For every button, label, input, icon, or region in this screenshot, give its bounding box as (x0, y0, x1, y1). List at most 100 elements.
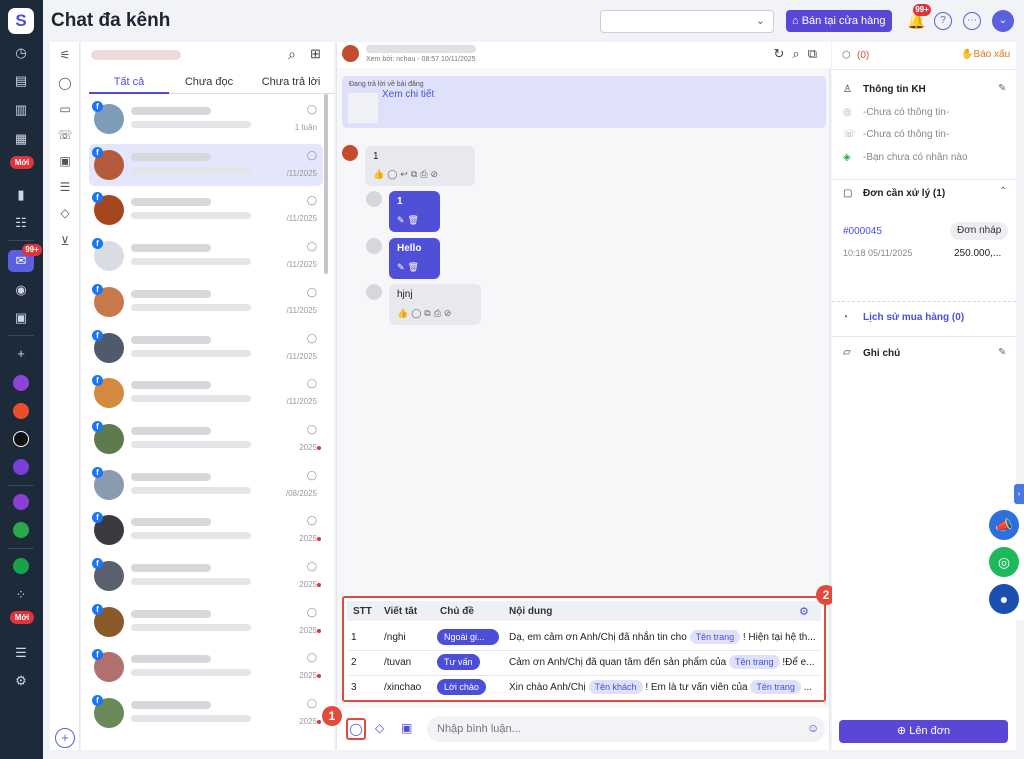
message-icon[interactable]: ◯ (55, 76, 75, 94)
conversation-row[interactable]: f ◯ 2025 (89, 646, 323, 688)
bot-icon[interactable]: ● (989, 584, 1019, 614)
conversation-row[interactable]: f ◯/11/2025 (89, 189, 323, 231)
open-external-icon[interactable]: ⧉ (808, 46, 825, 61)
message-preview (131, 121, 251, 128)
tiktok-icon[interactable] (13, 431, 29, 447)
message-actions[interactable]: 👍◯↩⧉⎙⊘ (373, 169, 441, 180)
phone-icon[interactable]: ☏ (55, 128, 75, 146)
order-id[interactable]: #000045 (843, 226, 882, 237)
orders-icon[interactable]: ▤ (8, 70, 34, 92)
image-icon[interactable]: ▣ (401, 721, 412, 735)
unread-dot (317, 537, 321, 542)
chevron-up-icon[interactable]: ⌃ (999, 186, 1007, 197)
document-icon[interactable]: ▥ (8, 99, 34, 121)
message-edit-actions[interactable]: ✎🗑 (397, 215, 422, 226)
quick-reply-icon[interactable]: ◯ (346, 718, 366, 740)
lazada-icon[interactable] (13, 459, 29, 475)
tab-unanswered[interactable]: Chưa trả lời (251, 76, 331, 88)
invoice-icon[interactable]: ▦ (8, 128, 34, 150)
filter-sliders-icon[interactable]: ⚟ (55, 48, 75, 66)
tab-unread[interactable]: Chưa đọc (169, 76, 249, 88)
app-plugin-icon[interactable] (13, 522, 29, 538)
row-content[interactable]: Dạ, em cảm ơn Anh/Chị đã nhắn tin cho Tê… (509, 630, 821, 644)
tag-icon[interactable]: ◇ (375, 721, 384, 735)
ad-icon[interactable]: ▣ (55, 154, 75, 172)
apps-grid-icon[interactable]: ⁘ (8, 584, 34, 606)
order-status-badge: Đơn nháp (950, 222, 1009, 240)
marketing-icon[interactable] (13, 558, 29, 574)
edit-icon[interactable]: ✎ (998, 347, 1006, 358)
comment-icon[interactable]: ▭ (55, 102, 75, 120)
conversation-row[interactable]: f ◯ 2025 (89, 555, 323, 597)
message-edit-actions[interactable]: ✎🗑 (397, 262, 422, 273)
add-circle-icon[interactable]: + (55, 728, 75, 748)
comment-icon: ◯ (306, 698, 317, 709)
report-button[interactable]: ✋Báo xấu (961, 49, 1010, 60)
tag-icon[interactable]: ◇ (55, 206, 75, 224)
list-icon[interactable]: ☷ (8, 212, 34, 234)
channel-select[interactable]: ⌄ (600, 10, 774, 33)
report-chart-icon[interactable]: ▮ (8, 184, 34, 206)
user-avatar[interactable]: ⌄ (992, 10, 1014, 32)
unread-dot (317, 628, 321, 633)
row-abbr[interactable]: /xinchao (384, 682, 421, 693)
conversation-row[interactable]: f ◯ 2025 (89, 509, 323, 551)
conversation-row[interactable]: f ◯ /08/2025 (89, 464, 323, 506)
page-title: Chat đa kênh (51, 10, 171, 31)
app-logo[interactable]: S (8, 8, 34, 34)
history-link[interactable]: Lịch sử mua hàng (0) (863, 312, 964, 323)
row-abbr[interactable]: /tuvan (384, 657, 411, 668)
facebook-icon: f (92, 466, 103, 478)
settings-icon[interactable]: ⚙ (8, 670, 34, 692)
tools-column: ⚟ ◯ ▭ ☏ ▣ ☰ ◇ ⊻ + (50, 42, 80, 750)
store-icon: ⌂ (792, 15, 802, 27)
broadcast-icon[interactable]: ◉ (8, 279, 34, 301)
account-selector[interactable] (91, 50, 181, 60)
comment-input[interactable] (427, 716, 825, 742)
collapse-handle[interactable]: › (1014, 484, 1024, 504)
conversation-row[interactable]: f ◯/11/2025 (89, 281, 323, 323)
search-icon[interactable]: ⌕ (288, 46, 296, 63)
conversation-row[interactable]: f ◯/11/2025 (89, 235, 323, 277)
search-icon[interactable]: ⌕ (792, 46, 807, 61)
conversation-date: 1 tuần (294, 123, 317, 132)
clear-filter-icon[interactable]: ⊻ (55, 234, 75, 252)
support-chat-icon[interactable]: ◎ (989, 547, 1019, 577)
grid-icon[interactable]: ⊞ (310, 46, 321, 62)
help-icon[interactable]: ? (934, 12, 952, 30)
store-button[interactable]: ⌂ Bán tại cửa hàng (786, 10, 892, 32)
conversation-row[interactable]: f ◯ 1 tuần (89, 98, 323, 140)
edit-icon[interactable]: ✎ (998, 83, 1006, 94)
conversation-row[interactable]: f ◯/11/2025 (89, 372, 323, 414)
ads-icon[interactable]: ▣ (8, 307, 34, 329)
message-actions[interactable]: 👍◯⧉⎙⊘ (397, 308, 454, 319)
row-content[interactable]: Cảm ơn Anh/Chị đã quan tâm đến sản phẩm … (509, 655, 821, 669)
row-abbr[interactable]: /nghi (384, 632, 406, 643)
post-label: Đang trả lời về bài đăng (349, 81, 424, 88)
conversation-row[interactable]: f ◯/11/2025 (89, 327, 323, 369)
more-icon[interactable]: ⋯ (963, 12, 981, 30)
dashboard-icon[interactable]: ◷ (8, 42, 34, 64)
row-content[interactable]: Xin chào Anh/Chị Tên khách ! Em là tư vấ… (509, 680, 821, 694)
emoji-icon[interactable]: ☺ (807, 721, 819, 735)
conversation-row[interactable]: f ◯/11/2025 (89, 143, 323, 186)
message-preview (131, 212, 251, 220)
menu-icon[interactable]: ☰ (8, 642, 34, 664)
conversation-row[interactable]: f ◯ 2025 (89, 692, 323, 734)
purchase-history[interactable]: ◔ Lịch sử mua hàng (0) (832, 302, 1016, 337)
integration-icon[interactable] (13, 494, 29, 510)
post-icon[interactable]: ☰ (55, 180, 75, 198)
scrollbar[interactable] (324, 94, 328, 274)
shopee-icon[interactable] (13, 403, 29, 419)
conversation-row[interactable]: f ◯ 2025 (89, 601, 323, 643)
sender-avatar (366, 238, 382, 254)
add-icon[interactable]: + (8, 343, 34, 365)
tab-all[interactable]: Tất cả (89, 76, 169, 94)
megaphone-icon[interactable]: 📣 (989, 510, 1019, 540)
store-channel-icon[interactable] (13, 375, 29, 391)
post-link[interactable]: Xem chi tiết (382, 89, 434, 100)
table-settings-icon[interactable]: ⚙ (799, 605, 809, 618)
refresh-icon[interactable]: ↻ (774, 46, 793, 61)
conversation-row[interactable]: f ◯ 2025 (89, 418, 323, 460)
create-order-button[interactable]: ⊕ Lên đơn (839, 720, 1008, 743)
